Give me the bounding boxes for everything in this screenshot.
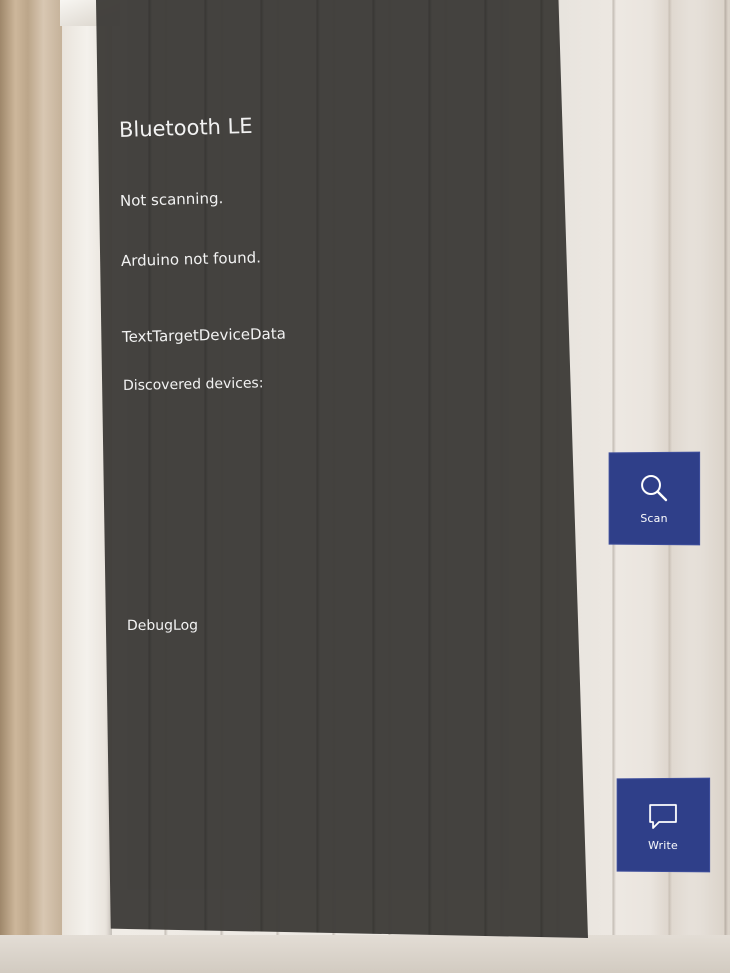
floor-area: [0, 935, 730, 973]
write-button-label: Write: [648, 838, 678, 852]
speech-bubble-icon: [646, 798, 680, 832]
write-button[interactable]: Write: [616, 777, 711, 873]
panel-title: Bluetooth LE: [118, 113, 253, 142]
target-device-data-text: TextTargetDeviceData: [121, 324, 287, 346]
scan-status-text: Not scanning.: [119, 189, 224, 210]
bluetooth-panel: [96, 0, 588, 938]
scan-button[interactable]: Scan: [608, 451, 701, 546]
search-icon: [637, 472, 671, 506]
discovered-devices-label: Discovered devices:: [122, 375, 264, 394]
scan-button-label: Scan: [640, 511, 668, 526]
device-status-text: Arduino not found.: [120, 248, 262, 270]
left-wall: [0, 0, 62, 973]
debug-log-text: DebugLog: [126, 617, 199, 634]
